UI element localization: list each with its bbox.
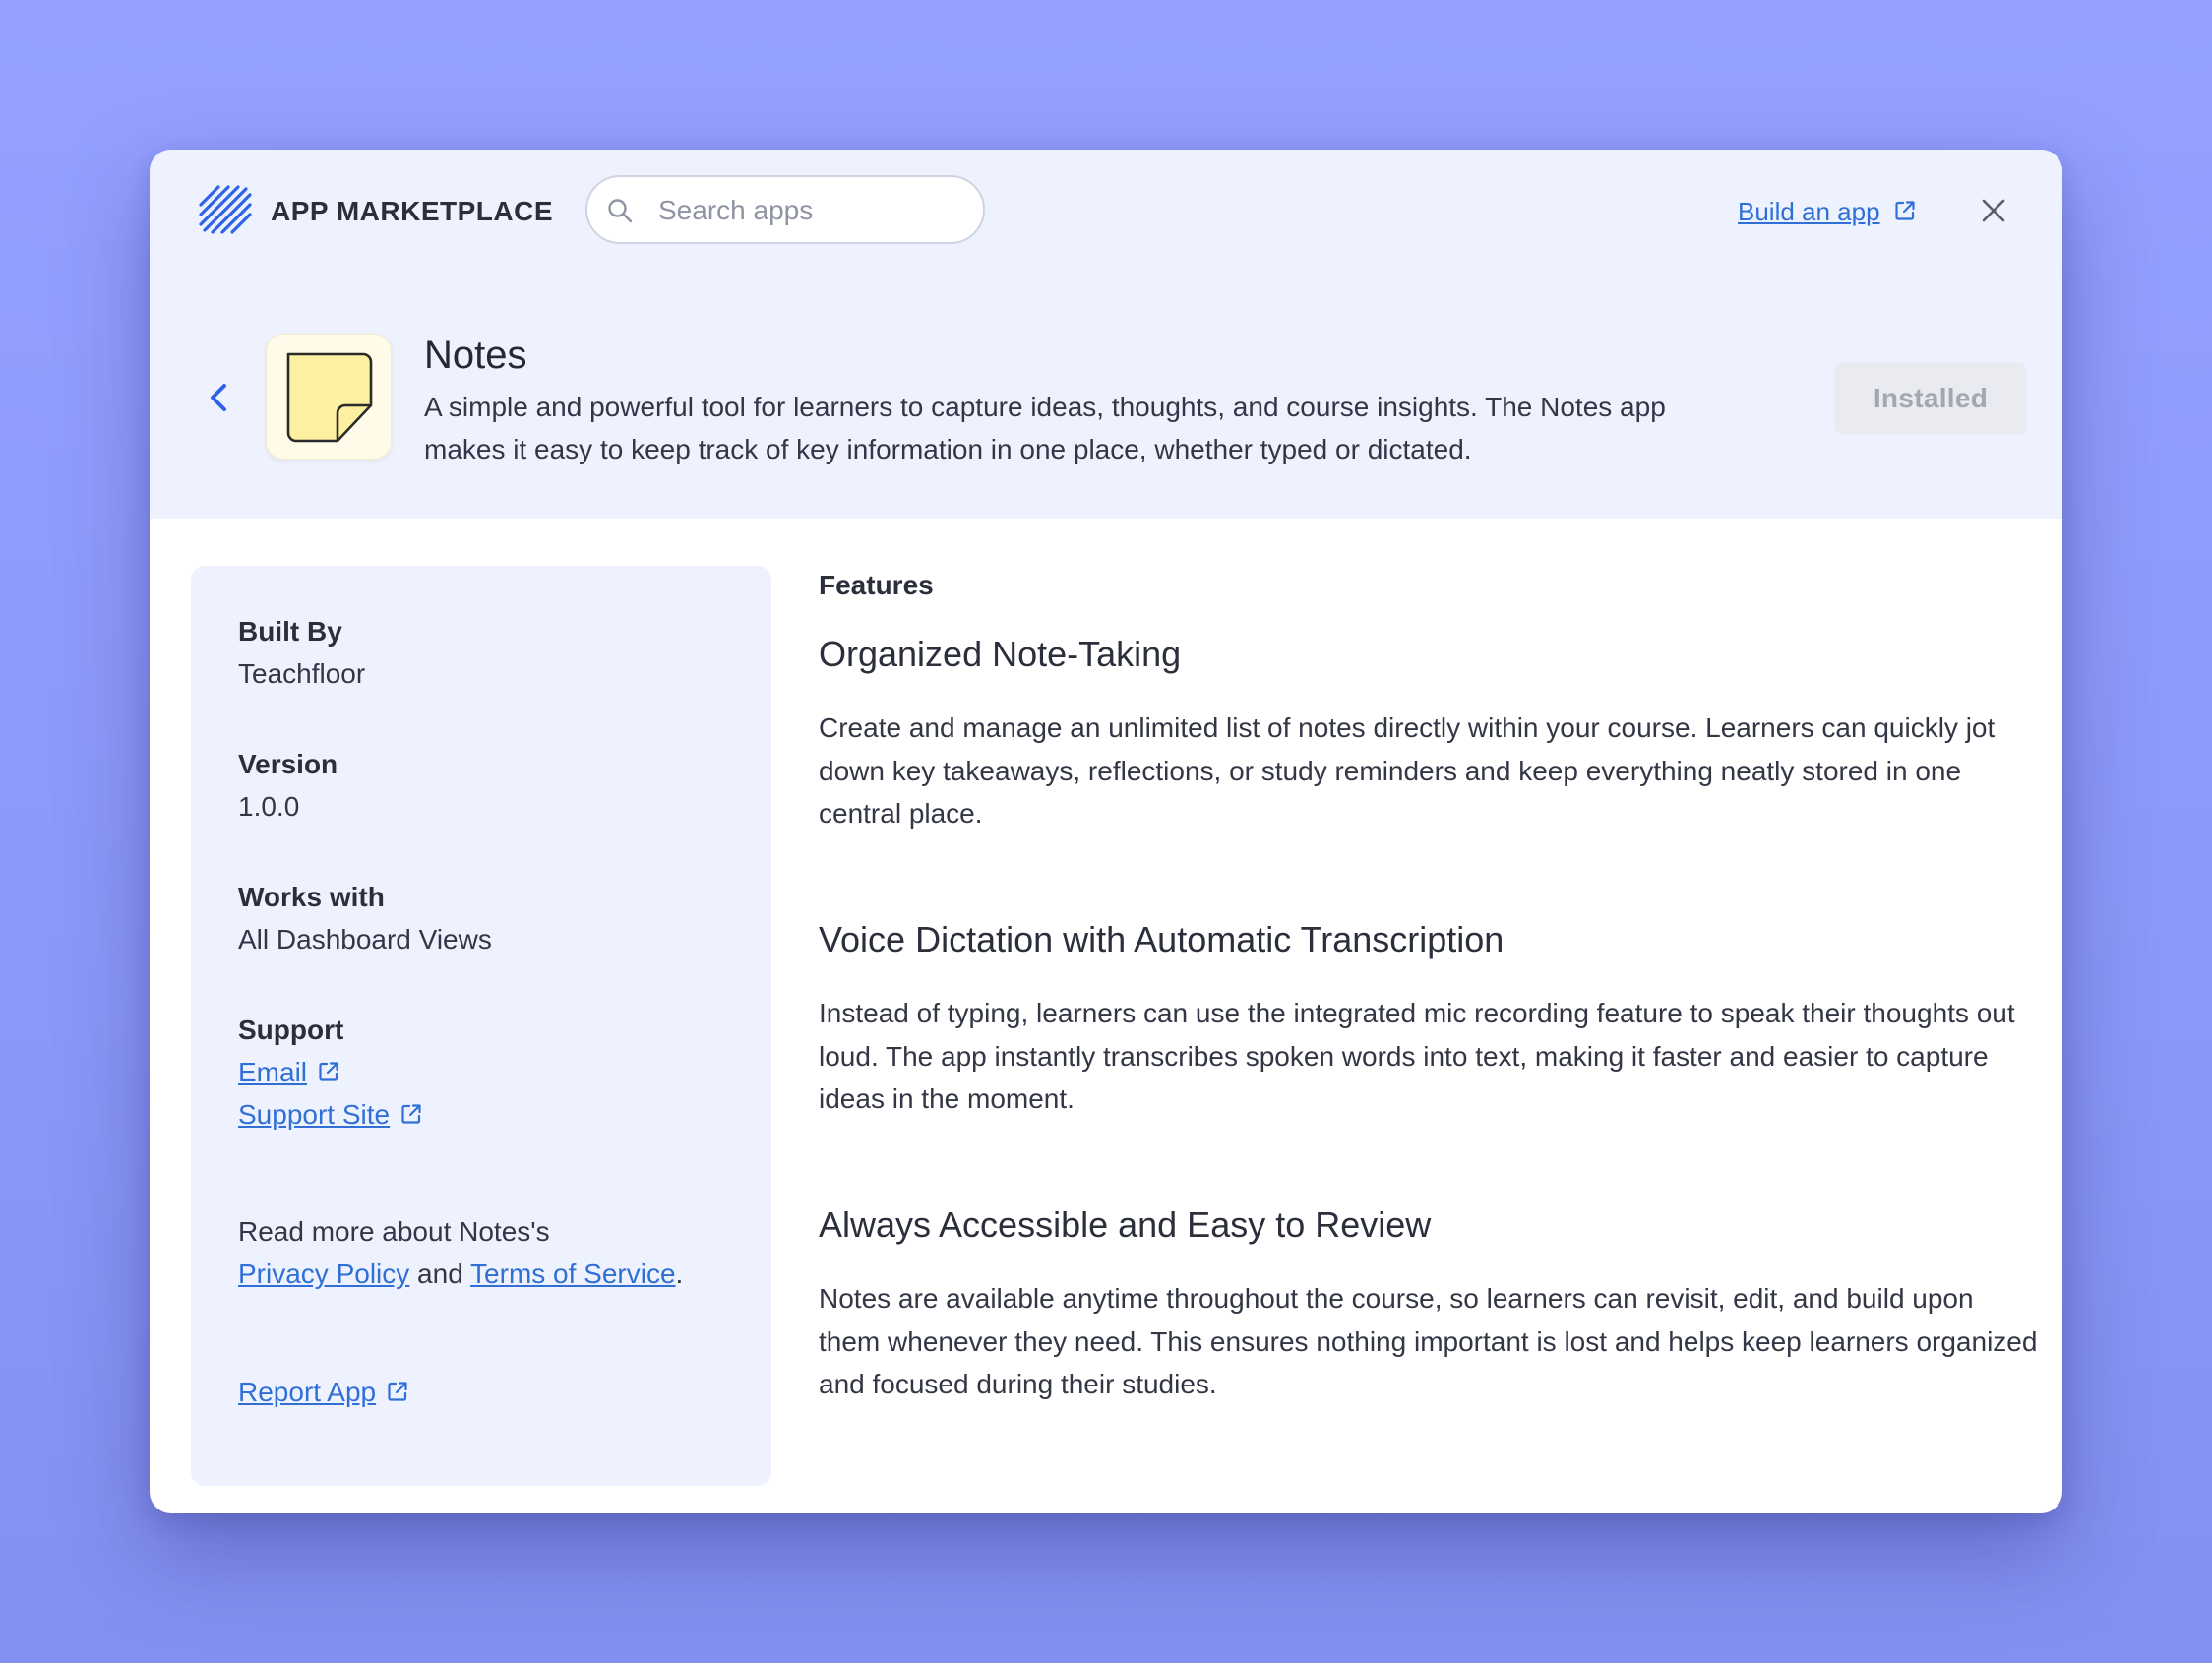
version-value: 1.0.0 <box>238 791 300 822</box>
report-row: Report App <box>238 1371 409 1413</box>
marketplace-title: APP MARKETPLACE <box>271 196 554 226</box>
terms-of-service-link[interactable]: Terms of Service <box>470 1259 676 1289</box>
chevron-left-icon[interactable] <box>203 378 236 417</box>
app-icon <box>266 334 392 460</box>
feature-body: Instead of typing, learners can use the … <box>819 998 2015 1114</box>
email-row: Email <box>238 1051 423 1093</box>
app-description: A simple and powerful tool for learners … <box>424 392 1666 464</box>
installed-button[interactable]: Installed <box>1834 362 2027 435</box>
marketplace-logo-icon <box>199 185 252 234</box>
feature-title: Voice Dictation with Automatic Transcrip… <box>819 919 1505 959</box>
close-icon[interactable] <box>1978 195 2009 226</box>
search-icon <box>608 199 633 223</box>
external-link-icon[interactable] <box>317 1060 340 1083</box>
support-site-row: Support Site <box>238 1093 423 1136</box>
period-text: . <box>675 1259 684 1289</box>
built-by-section: Built By Teachfloor <box>238 610 365 695</box>
report-section: Report App <box>238 1371 409 1413</box>
support-site-link[interactable]: Support Site <box>238 1099 390 1130</box>
version-label: Version <box>238 749 338 779</box>
email-link[interactable]: Email <box>238 1057 307 1087</box>
sticky-note-icon <box>286 352 373 443</box>
feature-title: Always Accessible and Easy to Review <box>819 1204 1432 1245</box>
privacy-policy-link[interactable]: Privacy Policy <box>238 1259 409 1289</box>
search-box[interactable] <box>585 175 985 244</box>
and-text: and <box>417 1259 463 1289</box>
legal-section: Read more about Notes's Privacy Policy a… <box>238 1210 683 1295</box>
features-heading: Features <box>819 570 934 600</box>
feature-body: Create and manage an unlimited list of n… <box>819 712 1996 829</box>
built-by-value: Teachfloor <box>238 658 366 689</box>
built-by-label: Built By <box>238 616 342 647</box>
works-with-section: Works with All Dashboard Views <box>238 876 492 960</box>
search-input[interactable] <box>656 187 965 234</box>
app-title: Notes <box>424 334 527 377</box>
read-more-text: Read more about Notes's <box>238 1216 550 1247</box>
app-info-sidebar: Built By Teachfloor Version 1.0.0 Works … <box>191 566 771 1486</box>
works-with-label: Works with <box>238 882 385 912</box>
external-link-icon[interactable] <box>399 1102 423 1126</box>
external-link-icon[interactable] <box>386 1380 409 1403</box>
report-app-link[interactable]: Report App <box>238 1377 376 1407</box>
app-detail-modal: APP MARKETPLACE Build an app N <box>150 150 2062 1513</box>
external-link-icon[interactable] <box>1893 199 1917 222</box>
feature-title: Organized Note-Taking <box>819 634 1182 674</box>
modal-header: APP MARKETPLACE Build an app N <box>150 150 2062 519</box>
support-label: Support <box>238 1015 344 1045</box>
support-section: Support Email Support Site <box>238 1009 423 1136</box>
works-with-value: All Dashboard Views <box>238 924 492 955</box>
build-an-app-link[interactable]: Build an app <box>1738 195 1880 228</box>
legal-links-row: Privacy Policy and Terms of Service. <box>238 1253 683 1295</box>
feature-body: Notes are available anytime throughout t… <box>819 1283 2038 1399</box>
version-section: Version 1.0.0 <box>238 743 338 828</box>
